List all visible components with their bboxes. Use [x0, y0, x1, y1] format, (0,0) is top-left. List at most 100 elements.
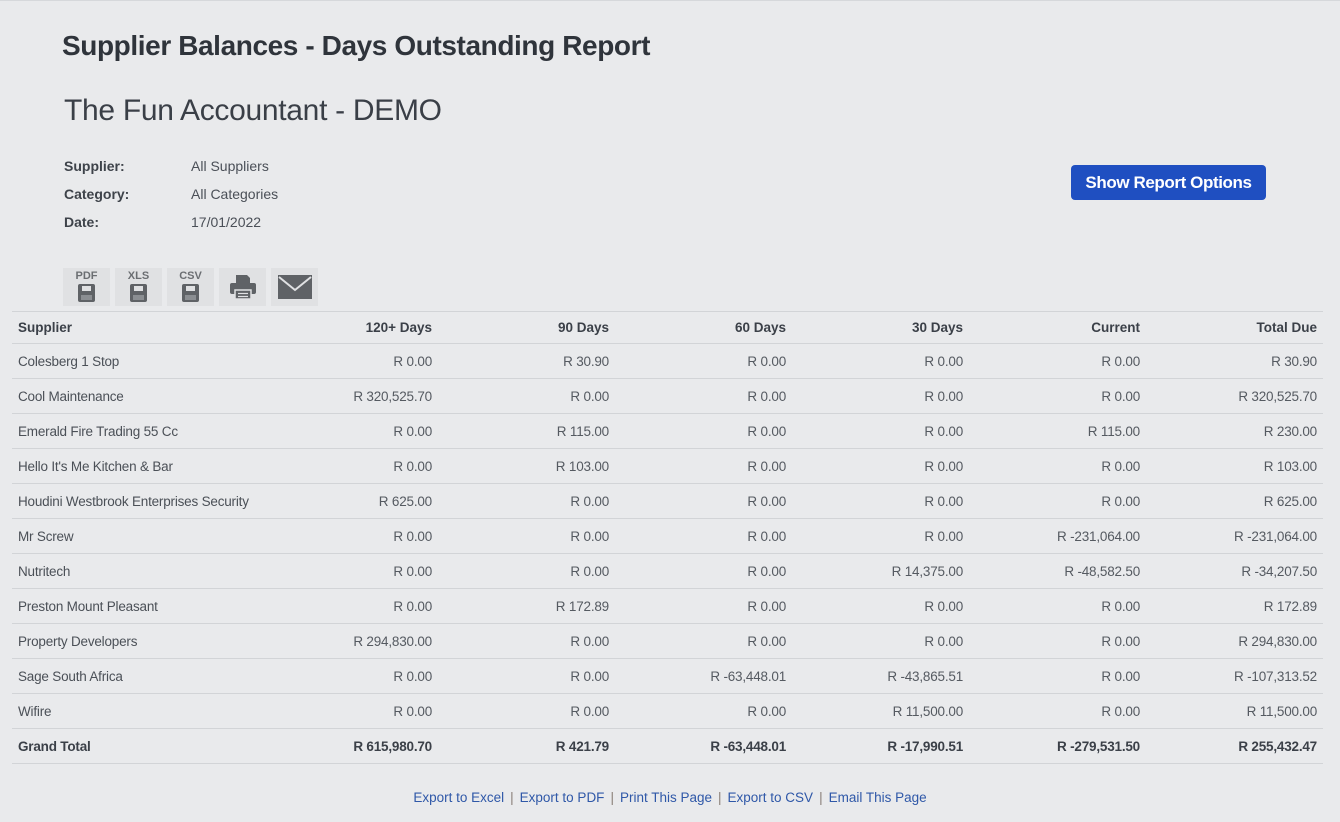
- amount-current: R 0.00: [969, 448, 1146, 484]
- supplier-name[interactable]: Cool Maintenance: [12, 378, 271, 414]
- column-header-current[interactable]: Current: [969, 311, 1146, 344]
- amount-current: R 0.00: [969, 693, 1146, 729]
- amount-current: R -231,064.00: [969, 518, 1146, 554]
- print-this-page-link[interactable]: Print This Page: [620, 790, 712, 805]
- amount-90-days: R 0.00: [438, 483, 615, 519]
- amount-total-due: R -107,313.52: [1146, 658, 1323, 694]
- amount-120-days: R 0.00: [271, 448, 438, 484]
- amount-30-days: R 0.00: [792, 588, 969, 624]
- company-name: The Fun Accountant - DEMO: [64, 94, 442, 127]
- amount-90-days: R 30.90: [438, 343, 615, 379]
- amount-30-days: R 0.00: [792, 343, 969, 379]
- amount-90-days: R 0.00: [438, 518, 615, 554]
- email-this-page-link[interactable]: Email This Page: [829, 790, 927, 805]
- filter-supplier: Supplier: All Suppliers: [64, 152, 278, 180]
- amount-90-days: R 0.00: [438, 693, 615, 729]
- separator: |: [510, 790, 514, 805]
- supplier-name[interactable]: Nutritech: [12, 553, 271, 589]
- supplier-name[interactable]: Preston Mount Pleasant: [12, 588, 271, 624]
- amount-current: R 115.00: [969, 413, 1146, 449]
- amount-90-days: R 115.00: [438, 413, 615, 449]
- grand-amount-60-days: R -63,448.01: [615, 728, 792, 764]
- amount-30-days: R 11,500.00: [792, 693, 969, 729]
- envelope-icon: [277, 275, 312, 299]
- amount-30-days: R 0.00: [792, 413, 969, 449]
- amount-total-due: R 230.00: [1146, 413, 1323, 449]
- amount-90-days: R 103.00: [438, 448, 615, 484]
- amount-120-days: R 0.00: [271, 553, 438, 589]
- amount-120-days: R 0.00: [271, 588, 438, 624]
- supplier-name[interactable]: Emerald Fire Trading 55 Cc: [12, 413, 271, 449]
- filter-label: Category:: [64, 186, 130, 202]
- amount-90-days: R 0.00: [438, 623, 615, 659]
- export-pdf-button[interactable]: PDF: [63, 268, 110, 306]
- report-title: Supplier Balances - Days Outstanding Rep…: [62, 30, 651, 61]
- grand-amount-90-days: R 421.79: [438, 728, 615, 764]
- amount-total-due: R 103.00: [1146, 448, 1323, 484]
- amount-120-days: R 0.00: [271, 413, 438, 449]
- table-row: Hello It's Me Kitchen & Bar R 0.00 R 103.0…: [12, 448, 1323, 484]
- printer-icon: [229, 275, 256, 300]
- column-header-90-days[interactable]: 90 Days: [438, 311, 615, 344]
- export-to-excel-link[interactable]: Export to Excel: [413, 790, 504, 805]
- table-row: Wifire R 0.00 R 0.00 R 0.00 R 11,500.00 R 0.0…: [12, 693, 1323, 729]
- floppy-disk-icon: [130, 284, 147, 302]
- print-button[interactable]: [219, 268, 266, 306]
- column-header-60-days[interactable]: 60 Days: [615, 311, 792, 344]
- column-header-120-days[interactable]: 120+ Days: [271, 311, 438, 344]
- amount-60-days: R 0.00: [615, 623, 792, 659]
- export-to-csv-link[interactable]: Export to CSV: [728, 790, 814, 805]
- email-button[interactable]: [271, 268, 318, 306]
- table-row: Property Developers R 294,830.00 R 0.00 R 0…: [12, 623, 1323, 659]
- table-body: Colesberg 1 Stop R 0.00 R 30.90 R 0.00 R 0.0…: [12, 343, 1323, 764]
- table-row: Preston Mount Pleasant R 0.00 R 172.89 R 0.…: [12, 588, 1323, 624]
- amount-30-days: R 0.00: [792, 623, 969, 659]
- amount-30-days: R -43,865.51: [792, 658, 969, 694]
- amount-30-days: R 14,375.00: [792, 553, 969, 589]
- filter-value: All Suppliers: [191, 158, 269, 174]
- amount-current: R 0.00: [969, 623, 1146, 659]
- supplier-name[interactable]: Mr Screw: [12, 518, 271, 554]
- amount-30-days: R 0.00: [792, 518, 969, 554]
- amount-90-days: R 172.89: [438, 588, 615, 624]
- separator: |: [819, 790, 823, 805]
- supplier-name[interactable]: Wifire: [12, 693, 271, 729]
- footer-links: Export to Excel | Export to PDF | Print This…: [0, 790, 1340, 805]
- amount-90-days: R 0.00: [438, 378, 615, 414]
- supplier-name[interactable]: Hello It's Me Kitchen & Bar: [12, 448, 271, 484]
- amount-60-days: R 0.00: [615, 553, 792, 589]
- filter-value: All Categories: [191, 186, 279, 202]
- filter-date: Date: 17/01/2022: [64, 208, 278, 236]
- filter-label: Supplier:: [64, 158, 125, 174]
- amount-current: R -48,582.50: [969, 553, 1146, 589]
- amount-total-due: R 30.90: [1146, 343, 1323, 379]
- export-to-pdf-link[interactable]: Export to PDF: [520, 790, 605, 805]
- csv-label: CSV: [179, 270, 202, 282]
- column-header-total-due[interactable]: Total Due: [1146, 311, 1323, 344]
- supplier-name[interactable]: Houdini Westbrook Enterprises Security: [12, 483, 271, 519]
- show-report-options-button[interactable]: Show Report Options: [1071, 165, 1266, 200]
- table-row: Emerald Fire Trading 55 Cc R 0.00 R 115.00…: [12, 413, 1323, 449]
- export-xls-button[interactable]: XLS: [115, 268, 162, 306]
- table-row: Nutritech R 0.00 R 0.00 R 0.00 R 14,375.00 R …: [12, 553, 1323, 589]
- amount-90-days: R 0.00: [438, 658, 615, 694]
- floppy-disk-icon: [78, 284, 95, 302]
- column-header-supplier[interactable]: Supplier: [12, 311, 271, 344]
- amount-total-due: R 625.00: [1146, 483, 1323, 519]
- amount-30-days: R 0.00: [792, 483, 969, 519]
- amount-90-days: R 0.00: [438, 553, 615, 589]
- supplier-name[interactable]: Colesberg 1 Stop: [12, 343, 271, 379]
- supplier-name[interactable]: Property Developers: [12, 623, 271, 659]
- amount-total-due: R 11,500.00: [1146, 693, 1323, 729]
- export-csv-button[interactable]: CSV: [167, 268, 214, 306]
- supplier-name[interactable]: Sage South Africa: [12, 658, 271, 694]
- amount-120-days: R 0.00: [271, 693, 438, 729]
- amount-current: R 0.00: [969, 343, 1146, 379]
- amount-current: R 0.00: [969, 658, 1146, 694]
- table-row: Colesberg 1 Stop R 0.00 R 30.90 R 0.00 R 0.0…: [12, 343, 1323, 379]
- top-border: [0, 0, 1340, 1]
- amount-120-days: R 0.00: [271, 518, 438, 554]
- column-header-30-days[interactable]: 30 Days: [792, 311, 969, 344]
- floppy-disk-icon: [182, 284, 199, 302]
- amount-60-days: R 0.00: [615, 413, 792, 449]
